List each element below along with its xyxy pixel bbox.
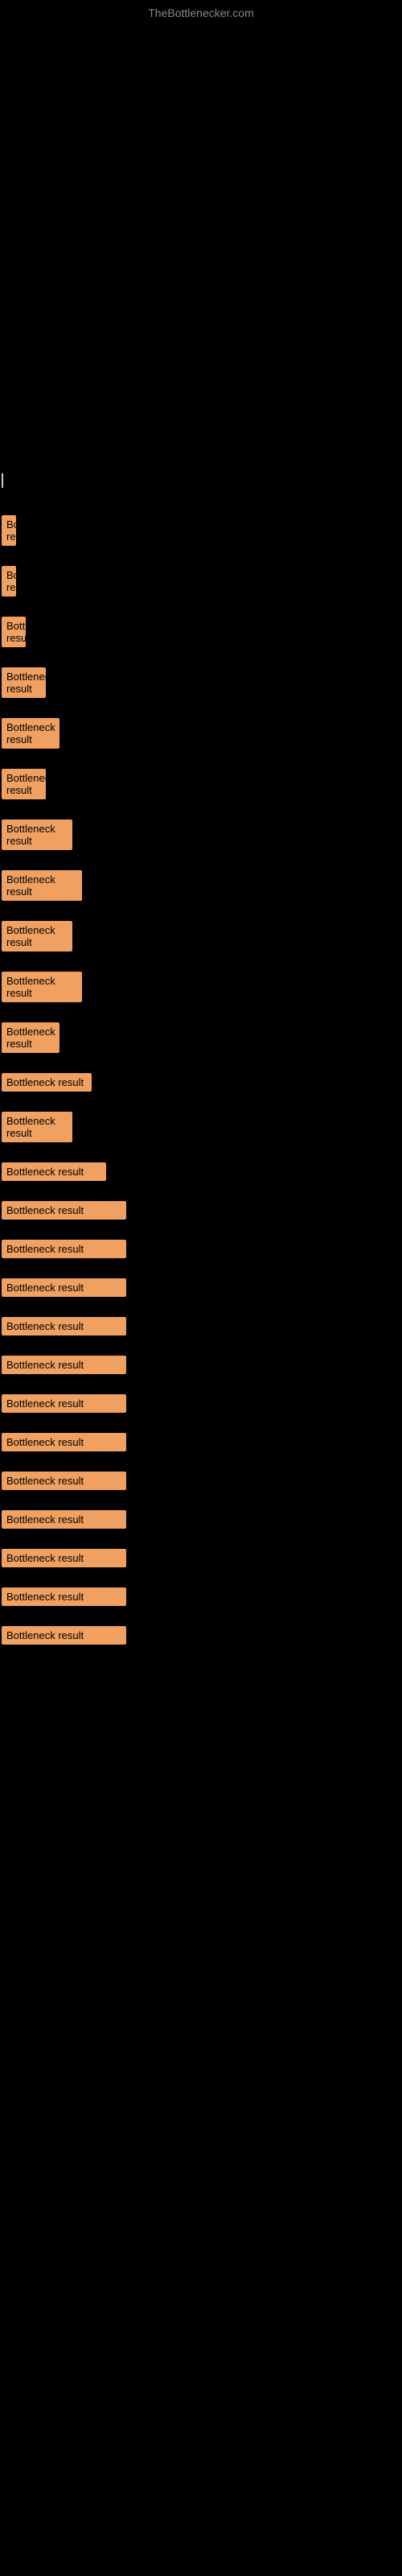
bottleneck-result-badge[interactable]: Bottleneck result [2,667,46,698]
bottleneck-result-badge[interactable]: Bottleneck result [2,870,82,901]
bottleneck-result-badge[interactable]: Bottleneck result [2,1549,126,1567]
bottleneck-result-badge[interactable]: Bottleneck result [2,1394,126,1413]
result-row: Bottleneck result [0,561,402,605]
result-row: Bottleneck result [0,1389,402,1422]
cursor-indicator [2,473,3,488]
bottleneck-result-badge[interactable]: Bottleneck result [2,921,72,952]
bottleneck-result-badge[interactable]: Bottleneck result [2,1240,126,1258]
bottleneck-result-badge[interactable]: Bottleneck result [2,566,16,597]
result-row: Bottleneck result [0,1068,402,1100]
result-row: Bottleneck result [0,1621,402,1653]
bottleneck-result-badge[interactable]: Bottleneck result [2,1278,126,1297]
bottleneck-result-badge[interactable]: Bottleneck result [2,1626,126,1645]
bottleneck-result-badge[interactable]: Bottleneck result [2,1022,59,1053]
result-row: Bottleneck result [0,1583,402,1615]
bottleneck-result-badge[interactable]: Bottleneck result [2,1433,126,1451]
results-container: Bottleneck result Bottleneck result Bottle… [0,496,402,1668]
bottleneck-result-badge[interactable]: Bottleneck result [2,819,72,850]
result-row: Bottleneck result [0,663,402,707]
result-row: Bottleneck result [0,1235,402,1267]
bottleneck-result-badge[interactable]: Bottleneck result [2,1356,126,1374]
result-row: Bottleneck result [0,815,402,859]
bottleneck-result-badge[interactable]: Bottleneck result [2,1587,126,1606]
bottleneck-result-badge[interactable]: Bottleneck result [2,1073,92,1092]
result-row: Bottleneck result [0,967,402,1011]
bottleneck-result-badge[interactable]: Bottleneck result [2,1112,72,1142]
result-row: Bottleneck result [0,1107,402,1151]
result-row: Bottleneck result [0,1274,402,1306]
chart-area [0,23,402,441]
result-row: Bottleneck result [0,1505,402,1538]
bottleneck-result-badge[interactable]: Bottleneck result [2,1201,126,1220]
result-row: Bottleneck result [0,865,402,910]
result-row: Bottleneck result [0,1018,402,1062]
result-row: Bottleneck result [0,612,402,656]
bottleneck-result-badge[interactable]: Bottleneck result [2,1472,126,1490]
result-row: Bottleneck result [0,1158,402,1190]
result-row: Bottleneck result [0,510,402,555]
bottleneck-result-badge[interactable]: Bottleneck result [2,718,59,749]
bottleneck-result-badge[interactable]: Bottleneck result [2,972,82,1002]
result-row: Bottleneck result [0,1196,402,1228]
result-row: Bottleneck result [0,713,402,758]
bottleneck-result-badge[interactable]: Bottleneck result [2,1510,126,1529]
result-row: Bottleneck result [0,1544,402,1576]
bottleneck-result-badge[interactable]: Bottleneck result [2,1162,106,1181]
bottleneck-result-badge[interactable]: Bottleneck result [2,617,26,647]
bottleneck-result-badge[interactable]: Bottleneck result [2,769,46,799]
result-row: Bottleneck result [0,1351,402,1383]
result-row: Bottleneck result [0,1312,402,1344]
result-row: Bottleneck result [0,1428,402,1460]
result-row: Bottleneck result [0,916,402,960]
site-title: TheBottlenecker.com [0,0,402,23]
result-row: Bottleneck result [0,1467,402,1499]
bottleneck-result-badge[interactable]: Bottleneck result [2,515,16,546]
result-row: Bottleneck result [0,764,402,808]
bottleneck-result-badge[interactable]: Bottleneck result [2,1317,126,1335]
